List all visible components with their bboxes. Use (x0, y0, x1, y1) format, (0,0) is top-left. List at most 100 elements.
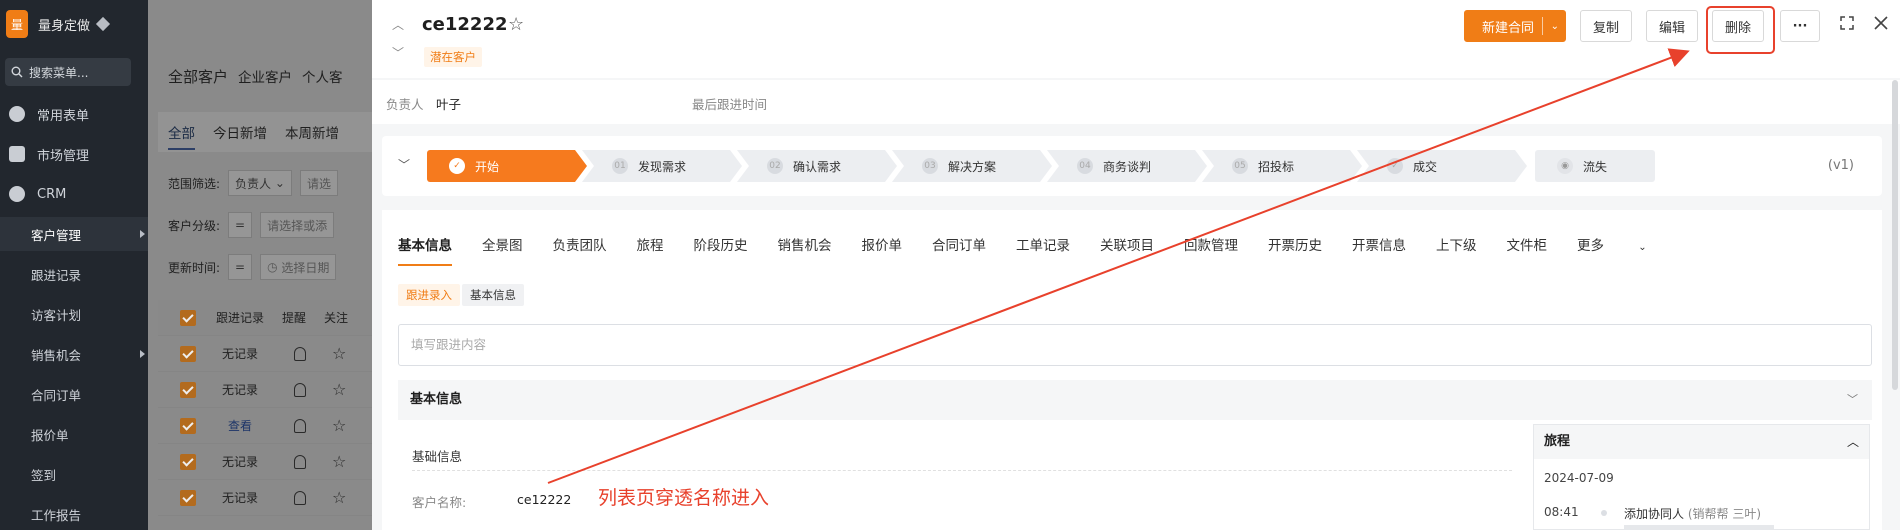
nav-sub-follow[interactable]: 跟进记录 (0, 257, 148, 291)
nav-item-market[interactable]: 市场管理 (0, 137, 148, 171)
divider (412, 470, 1512, 471)
subtab-today[interactable]: 今日新增 (213, 122, 267, 142)
select-all-checkbox[interactable] (180, 309, 196, 326)
subsection-title: 基础信息 (412, 449, 463, 464)
table-row[interactable]: 无记录 ☆ (158, 444, 372, 480)
subtab-all[interactable]: 全部 (168, 122, 195, 150)
row-checkbox[interactable] (180, 453, 196, 470)
tab-files[interactable]: 文件柜 (1507, 234, 1548, 266)
journey-event-detail: (销帮帮 三叶) (1687, 507, 1762, 521)
stage-discover-needs[interactable]: 01 发现需求 (582, 150, 742, 182)
tab-hierarchy[interactable]: 上下级 (1436, 234, 1477, 266)
nav-sub-opportunities[interactable]: 销售机会 (0, 337, 148, 371)
chevron-down-icon[interactable]: ﹀ (392, 44, 404, 61)
bell-icon[interactable] (294, 382, 306, 397)
operator-select[interactable]: = (228, 212, 253, 238)
tab-enterprise[interactable]: 企业客户 (238, 66, 292, 87)
tab-more[interactable]: 更多 ⌄ (1577, 234, 1677, 266)
nav-sub-label: 客户管理 (31, 227, 82, 243)
star-icon[interactable]: ☆ (332, 380, 346, 399)
nav-sub-reports[interactable]: 工作报告 (0, 497, 148, 530)
fullscreen-icon[interactable] (1840, 16, 1854, 30)
pill-basic-info[interactable]: 基本信息 (462, 284, 524, 306)
owner-label: 负责人 (386, 97, 424, 112)
tab-projects[interactable]: 关联项目 (1100, 234, 1154, 266)
row-checkbox[interactable] (180, 417, 196, 434)
chevron-down-icon[interactable]: ﹀ (398, 156, 410, 173)
section-header-basic-info[interactable]: 基本信息 ﹀ (398, 380, 1872, 420)
copy-button[interactable]: 复制 (1580, 10, 1632, 42)
bell-icon[interactable] (294, 418, 306, 433)
brand[interactable]: 量 量身定做 (6, 10, 111, 38)
scope-value-select[interactable]: 请选 (299, 170, 338, 196)
bell-icon[interactable] (294, 346, 306, 361)
scrollbar[interactable] (1892, 80, 1898, 390)
nav-sub-customers[interactable]: 客户管理 (0, 217, 148, 251)
stage-start[interactable]: ✓ 开始 (427, 150, 587, 182)
chevron-down-icon[interactable]: ﹀ (1847, 380, 1858, 420)
stage-solution[interactable]: 03 解决方案 (892, 150, 1052, 182)
new-contract-button[interactable]: 新建合同 ⌄ (1464, 10, 1566, 42)
table-row[interactable]: 无记录 ☆ (158, 336, 372, 372)
table-row[interactable]: 查看 ☆ (158, 408, 372, 444)
subtab-week[interactable]: 本周新增 (285, 122, 339, 142)
stage-bidding[interactable]: 05 招投标 (1202, 150, 1362, 182)
tab-orders[interactable]: 合同订单 (932, 234, 986, 266)
chevron-up-icon[interactable]: ︿ (392, 16, 404, 33)
scope-select[interactable]: 负责人 ⌄ (228, 170, 292, 196)
tab-opportunities[interactable]: 销售机会 (778, 234, 832, 266)
tab-quotes[interactable]: 报价单 (862, 234, 903, 266)
menu-search-input[interactable]: 搜索菜单... (5, 58, 131, 86)
bell-icon[interactable] (294, 454, 306, 469)
level-select[interactable]: 请选择或添 (260, 212, 335, 238)
nav-sub-orders[interactable]: 合同订单 (0, 377, 148, 411)
nav-sub-visits[interactable]: 访客计划 (0, 297, 148, 331)
follow-record-cell: 无记录 (221, 347, 258, 361)
row-checkbox[interactable] (180, 345, 196, 362)
star-icon[interactable]: ☆ (332, 416, 346, 435)
nav-sub-quotes[interactable]: 报价单 (0, 417, 148, 451)
nav-item-favorites[interactable]: 常用表单 (0, 97, 148, 131)
follow-content-input[interactable]: 填写跟进内容 (398, 324, 1872, 366)
journey-header[interactable]: 旅程 ︿ (1534, 425, 1869, 459)
tab-payments[interactable]: 回款管理 (1184, 234, 1238, 266)
pill-follow-entry[interactable]: 跟进录入 (398, 284, 460, 306)
chevron-up-icon[interactable]: ︿ (1847, 425, 1859, 459)
select-value: 负责人 (235, 176, 272, 191)
tab-invoice-info[interactable]: 开票信息 (1352, 234, 1406, 266)
check-icon: ✓ (1387, 158, 1403, 174)
tab-basic-info[interactable]: 基本信息 (398, 234, 452, 266)
nav-sub-label: 签到 (31, 467, 57, 483)
chevron-down-icon[interactable]: ⌄ (1551, 21, 1559, 32)
stage-confirm-needs[interactable]: 02 确认需求 (737, 150, 897, 182)
table-row[interactable]: 无记录 ☆ (158, 372, 372, 408)
view-link[interactable]: 查看 (210, 417, 270, 434)
row-checkbox[interactable] (180, 381, 196, 398)
tab-journey[interactable]: 旅程 (637, 234, 664, 266)
edit-button[interactable]: 编辑 (1646, 10, 1698, 42)
stage-won[interactable]: ✓ 成交 (1357, 150, 1527, 182)
favorite-star-icon[interactable]: ☆ (508, 14, 524, 35)
tab-personal[interactable]: 个人客 (302, 66, 343, 87)
row-checkbox[interactable] (180, 489, 196, 506)
tab-team[interactable]: 负责团队 (553, 234, 607, 266)
stage-negotiation[interactable]: 04 商务谈判 (1047, 150, 1207, 182)
nav-sub-signin[interactable]: 签到 (0, 457, 148, 491)
stage-lost[interactable]: ◉ 流失 (1535, 150, 1655, 182)
date-placeholder: 选择日期 (281, 260, 330, 275)
tab-invoice-history[interactable]: 开票历史 (1268, 234, 1322, 266)
star-icon[interactable]: ☆ (332, 344, 346, 363)
tab-stage-history[interactable]: 阶段历史 (694, 234, 748, 266)
star-icon[interactable]: ☆ (332, 488, 346, 507)
bell-icon[interactable] (294, 490, 306, 505)
more-actions-button[interactable]: ··· (1780, 10, 1820, 42)
close-icon[interactable] (1874, 16, 1888, 30)
tab-tickets[interactable]: 工单记录 (1016, 234, 1070, 266)
date-picker[interactable]: ◷ 选择日期 (260, 254, 337, 280)
tab-panorama[interactable]: 全景图 (482, 234, 523, 266)
nav-item-crm[interactable]: CRM (0, 177, 148, 211)
operator-select[interactable]: = (228, 254, 253, 280)
star-icon[interactable]: ☆ (332, 452, 346, 471)
table-row[interactable]: 无记录 ☆ (158, 480, 372, 516)
tab-all-customers[interactable]: 全部客户 (168, 66, 228, 87)
